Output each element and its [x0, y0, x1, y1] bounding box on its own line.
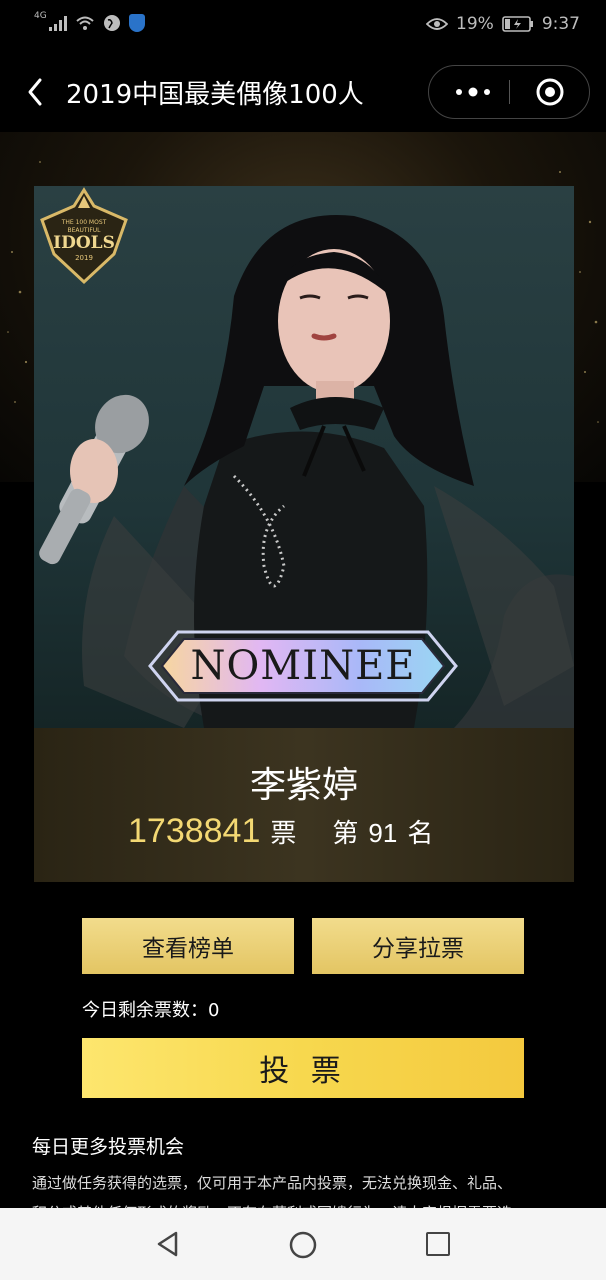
- vote-button[interactable]: 投 票: [82, 1038, 524, 1098]
- rules-line-1: 通过做任务获得的选票，仅可用于本产品内投票，无法兑换现金、礼品、: [32, 1174, 513, 1192]
- votes-rank-row: 1738841 票 第 91 名: [128, 812, 433, 851]
- globe-icon: [103, 15, 120, 31]
- vote-unit: 票: [270, 819, 297, 849]
- idols-2019-badge: THE 100 MOST BEAUTIFUL IDOLS 2019: [40, 187, 128, 285]
- mini-program-capsule: [428, 65, 590, 119]
- remaining-votes: 今日剩余票数：0: [82, 996, 219, 1022]
- status-bar: 4G 19% 9:37: [0, 0, 606, 52]
- nominee-label: NOMINEE: [190, 643, 416, 689]
- nav-home-icon[interactable]: [288, 1230, 318, 1260]
- capsule-divider: [509, 80, 510, 104]
- back-arrow-icon[interactable]: [22, 74, 50, 110]
- nominee-banner: NOMINEE: [148, 630, 458, 702]
- status-right: 19% 9:37: [426, 14, 580, 34]
- shield-icon: [128, 14, 145, 32]
- remaining-votes-value: 0: [208, 1000, 220, 1021]
- eye-icon: [426, 18, 449, 30]
- nav-back-icon[interactable]: [154, 1230, 182, 1258]
- close-mini-program-icon[interactable]: [535, 77, 565, 107]
- signal-icon: [48, 15, 67, 31]
- rank-value: 91: [368, 818, 398, 848]
- view-leaderboard-button[interactable]: 查看榜单: [82, 918, 294, 974]
- battery-percent: 19%: [456, 14, 494, 34]
- page-title: 2019中国最美偶像100人: [66, 80, 364, 110]
- svg-text:THE 100 MOST: THE 100 MOST: [61, 219, 107, 226]
- system-nav-bar: [0, 1208, 606, 1280]
- nav-recent-apps-icon[interactable]: [426, 1232, 450, 1256]
- clock: 9:37: [541, 14, 580, 34]
- share-vote-button[interactable]: 分享拉票: [312, 918, 524, 974]
- candidate-card: THE 100 MOST BEAUTIFUL IDOLS 2019 NOMINE…: [34, 186, 574, 882]
- title-bar: 2019中国最美偶像100人: [0, 52, 606, 132]
- vote-count: 1738841: [128, 812, 261, 850]
- candidate-name: 李紫婷: [249, 765, 358, 806]
- status-left: 4G: [34, 11, 145, 32]
- rank-prefix: 第: [332, 819, 359, 849]
- rank-suffix: 名: [407, 819, 434, 849]
- remaining-votes-label: 今日剩余票数：: [82, 1000, 208, 1021]
- battery-icon: [502, 16, 533, 32]
- more-chances-title: 每日更多投票机会: [32, 1136, 185, 1158]
- wifi-icon: [76, 16, 94, 30]
- svg-text:IDOLS: IDOLS: [53, 233, 115, 253]
- more-options-icon[interactable]: [451, 78, 495, 106]
- svg-text:2019: 2019: [75, 254, 93, 262]
- candidate-info-panel: 李紫婷 1738841 票 第 91 名: [34, 728, 574, 882]
- network-label: 4G: [34, 11, 47, 21]
- candidate-photo: THE 100 MOST BEAUTIFUL IDOLS 2019 NOMINE…: [34, 186, 574, 728]
